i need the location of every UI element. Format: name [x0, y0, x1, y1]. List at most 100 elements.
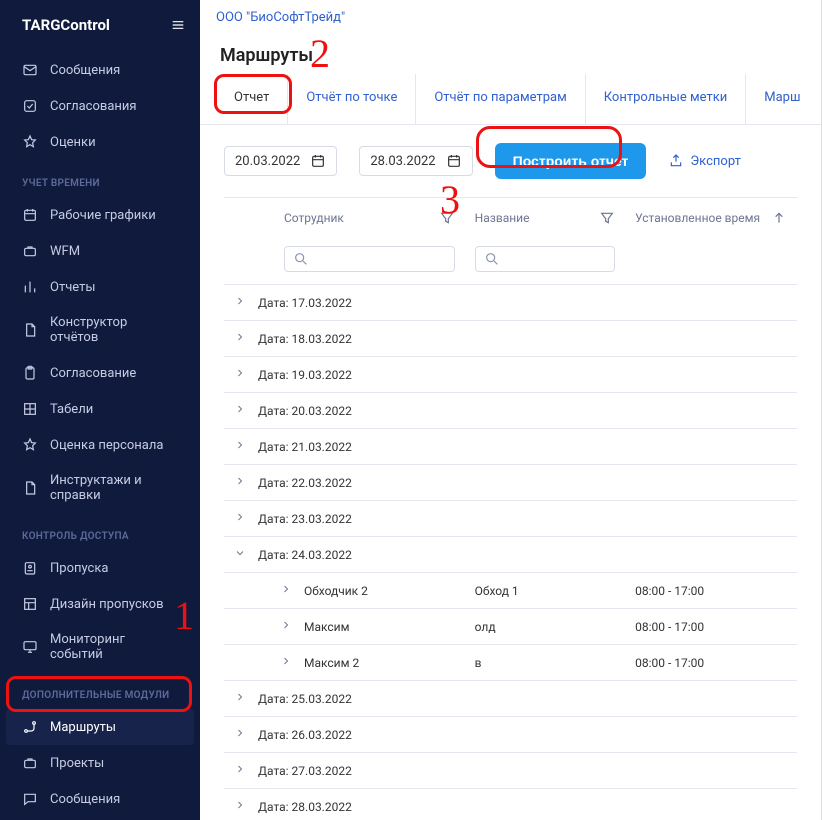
table-group-row[interactable]: Дата: 23.03.2022 — [224, 501, 797, 537]
table-group-row[interactable]: Дата: 19.03.2022 — [224, 357, 797, 393]
table-group-row[interactable]: Дата: 20.03.2022 — [224, 393, 797, 429]
filter-icon[interactable] — [599, 210, 615, 226]
cell-employee: Максим — [304, 620, 350, 634]
date-from-value: 20.03.2022 — [235, 154, 300, 169]
group-label: Дата: 19.03.2022 — [258, 368, 352, 382]
page-title: Маршруты — [200, 35, 821, 68]
chevron-right-icon — [234, 475, 246, 487]
cell-time: 08:00 - 17:00 — [625, 645, 797, 681]
cell-title: Обход 1 — [465, 573, 625, 609]
table-group-row[interactable]: Дата: 28.03.2022 — [224, 789, 797, 820]
sidebar-item[interactable]: Конструктор отчётов — [0, 305, 200, 355]
sidebar-item[interactable]: Отчеты — [0, 269, 200, 305]
sidebar-item[interactable]: Оценки — [0, 124, 200, 160]
tab[interactable]: Марш — [746, 74, 818, 124]
sidebar-item[interactable]: Сообщения — [0, 52, 200, 88]
search-title-input[interactable] — [506, 252, 606, 266]
sidebar-item-label: WFM — [50, 244, 80, 259]
sidebar-item[interactable]: Оценка персонала — [0, 427, 200, 463]
filter-icon[interactable] — [439, 210, 455, 226]
doc-icon — [22, 480, 38, 496]
sidebar-item-label: Табели — [50, 402, 93, 417]
chevron-right-icon — [234, 727, 246, 739]
main: ООО "БиоСофтТрейд" Маршруты ОтчетОтчёт п… — [200, 0, 822, 820]
date-from-field[interactable]: 20.03.2022 — [224, 146, 337, 176]
cell-time: 08:00 - 17:00 — [625, 609, 797, 645]
sidebar-item[interactable]: Мониторинг событий — [0, 622, 200, 672]
tab[interactable]: Отчет — [216, 74, 287, 124]
group-label: Дата: 20.03.2022 — [258, 404, 352, 418]
date-to-field[interactable]: 28.03.2022 — [359, 146, 472, 176]
table-group-row[interactable]: Дата: 21.03.2022 — [224, 429, 797, 465]
tab[interactable]: Отчёт по точке — [288, 74, 415, 124]
group-label: Дата: 18.03.2022 — [258, 332, 352, 346]
cell-employee: Максим 2 — [304, 656, 359, 670]
sidebar-item[interactable]: Согласования — [0, 88, 200, 124]
sidebar-item-label: Согласования — [50, 99, 137, 114]
search-employee-input[interactable] — [315, 252, 446, 266]
table-group-row[interactable]: Дата: 17.03.2022 — [224, 285, 797, 321]
sidebar-item[interactable]: Пропуска — [0, 550, 200, 586]
group-label: Дата: 25.03.2022 — [258, 692, 352, 706]
chevron-right-icon — [234, 439, 246, 451]
sidebar-item[interactable]: Сообщения — [0, 781, 200, 817]
sidebar-item[interactable]: WFM — [0, 233, 200, 269]
sidebar-item-label: Сообщения — [50, 63, 120, 78]
table-group-row[interactable]: Дата: 18.03.2022 — [224, 321, 797, 357]
sidebar-item[interactable]: Маршруты — [6, 709, 194, 745]
tab[interactable]: Контрольные метки — [586, 74, 746, 124]
group-label: Дата: 22.03.2022 — [258, 476, 352, 490]
clipboard-icon — [22, 365, 38, 381]
briefcase-icon — [22, 243, 38, 259]
sidebar-item[interactable]: Рабочие графики — [0, 197, 200, 233]
sidebar-item-label: Сообщения — [50, 792, 120, 807]
sidebar-item[interactable]: Инструктажи и справки — [0, 463, 200, 513]
bar-icon — [22, 279, 38, 295]
sidebar-item[interactable]: Согласование — [0, 355, 200, 391]
calendar-icon — [310, 153, 326, 169]
sort-asc-icon[interactable] — [771, 210, 787, 226]
table-group-row[interactable]: Дата: 27.03.2022 — [224, 753, 797, 789]
sidebar-item-label: Дизайн пропусков — [50, 597, 164, 612]
sidebar-item[interactable]: Проекты — [0, 745, 200, 781]
table-row[interactable]: Максим 2в08:00 - 17:00 — [224, 645, 797, 681]
build-report-button[interactable]: Построить отчет — [495, 143, 647, 179]
table-group-row[interactable]: Дата: 25.03.2022 — [224, 681, 797, 717]
grid-icon — [22, 401, 38, 417]
company-name[interactable]: ООО "БиоСофтТрейд" — [200, 0, 821, 35]
group-label: Дата: 24.03.2022 — [258, 548, 352, 562]
chevron-right-icon — [234, 799, 246, 811]
table-row[interactable]: Обходчик 2Обход 108:00 - 17:00 — [224, 573, 797, 609]
sidebar-item-label: Конструктор отчётов — [50, 315, 178, 345]
export-button[interactable]: Экспорт — [668, 153, 740, 169]
tab[interactable]: Отчёт по параметрам — [416, 74, 584, 124]
col-time[interactable]: Установленное время — [625, 198, 797, 239]
table-group-row[interactable]: Дата: 22.03.2022 — [224, 465, 797, 501]
col-title[interactable]: Название — [465, 198, 625, 239]
col-employee[interactable]: Сотрудник — [224, 198, 465, 239]
monitor-icon — [22, 639, 38, 655]
table-group-row[interactable]: Дата: 26.03.2022 — [224, 717, 797, 753]
chevron-right-icon — [280, 655, 292, 667]
search-employee[interactable] — [284, 246, 455, 272]
chevron-right-icon — [280, 583, 292, 595]
table-row[interactable]: Максимолд08:00 - 17:00 — [224, 609, 797, 645]
layout-icon — [22, 596, 38, 612]
sidebar-item[interactable]: Дизайн пропусков — [0, 586, 200, 622]
doc-icon — [22, 322, 38, 338]
group-label: Дата: 28.03.2022 — [258, 800, 352, 814]
sidebar-item[interactable]: Табели — [0, 391, 200, 427]
chevron-right-icon — [234, 367, 246, 379]
star-icon — [22, 134, 38, 150]
menu-icon[interactable] — [170, 17, 186, 33]
table-group-row[interactable]: Дата: 24.03.2022 — [224, 537, 797, 573]
route-icon — [22, 719, 38, 735]
chevron-right-icon — [234, 511, 246, 523]
sidebar: TARGControl СообщенияСогласованияОценкиУ… — [0, 0, 200, 820]
chat-icon — [22, 791, 38, 807]
sidebar-item-label: Отчеты — [50, 280, 95, 295]
search-title[interactable] — [475, 246, 615, 272]
sidebar-item-label: Мониторинг событий — [50, 632, 178, 662]
sidebar-item-label: Пропуска — [50, 561, 108, 576]
cell-time: 08:00 - 17:00 — [625, 573, 797, 609]
